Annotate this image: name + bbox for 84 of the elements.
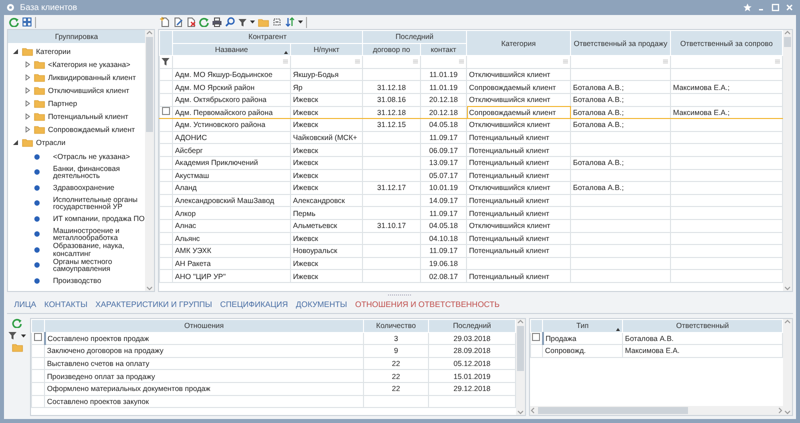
scroll-up-icon[interactable] xyxy=(784,30,791,35)
scroll-down-icon[interactable] xyxy=(146,286,153,291)
tab[interactable]: СПЕЦИФИКАЦИЯ xyxy=(216,299,292,311)
caret-icon[interactable] xyxy=(298,20,303,24)
refresh-icon[interactable] xyxy=(12,318,22,328)
row-checkbox[interactable] xyxy=(162,107,170,115)
collapse-arrow-icon[interactable] xyxy=(12,139,19,146)
column-menu-icon[interactable] xyxy=(563,59,568,64)
expand-arrow-icon[interactable] xyxy=(24,61,31,68)
column-menu-icon[interactable] xyxy=(663,59,668,64)
scroll-thumb[interactable] xyxy=(146,37,153,132)
edit-document-icon[interactable] xyxy=(173,17,183,27)
scroll-thumb[interactable] xyxy=(538,407,688,414)
bullet-icon xyxy=(34,231,40,238)
scroll-up-icon[interactable] xyxy=(517,319,524,324)
scrollbar[interactable] xyxy=(516,319,525,415)
bullet-icon xyxy=(34,216,40,222)
folder-icon xyxy=(34,60,45,69)
scroll-down-icon[interactable] xyxy=(784,410,791,415)
tab[interactable]: ЛИЦА xyxy=(10,299,40,311)
scrollbar[interactable] xyxy=(530,406,783,415)
scroll-down-icon[interactable] xyxy=(784,286,791,291)
tab[interactable]: ОТНОШЕНИЯ И ОТВЕТСТВЕННОСТЬ xyxy=(351,299,504,311)
scrollbar[interactable] xyxy=(783,319,792,415)
filter-icon[interactable] xyxy=(8,331,17,340)
expand-arrow-icon[interactable] xyxy=(24,126,31,133)
bullet-icon xyxy=(34,169,40,176)
caret-icon[interactable] xyxy=(21,334,26,338)
column-menu-icon[interactable] xyxy=(775,59,780,64)
select-all-icon[interactable] xyxy=(272,17,282,27)
star-icon[interactable] xyxy=(743,3,752,12)
maximize-icon[interactable] xyxy=(771,3,780,12)
row-checkbox[interactable] xyxy=(532,333,540,341)
scroll-up-icon[interactable] xyxy=(146,30,153,35)
scroll-down-icon[interactable] xyxy=(517,410,524,415)
expand-arrow-icon[interactable] xyxy=(24,87,31,94)
new-document-icon[interactable] xyxy=(160,17,170,27)
bullet-icon xyxy=(34,278,40,284)
expand-arrow-icon[interactable] xyxy=(24,100,31,107)
scrollbar[interactable] xyxy=(145,30,154,291)
grid-icon[interactable] xyxy=(22,17,32,27)
tab[interactable]: КОНТАКТЫ xyxy=(40,299,92,311)
column-menu-icon[interactable] xyxy=(355,59,360,64)
column-menu-icon[interactable] xyxy=(459,59,464,64)
scroll-right-icon[interactable] xyxy=(778,407,783,414)
tab[interactable]: ХАРАКТЕРИСТИКИ И ГРУППЫ xyxy=(91,299,216,311)
folder-icon xyxy=(34,86,45,95)
column-menu-icon[interactable] xyxy=(283,59,288,64)
filter-icon[interactable] xyxy=(238,18,247,26)
sort-ascending-icon[interactable] xyxy=(616,328,620,331)
collapse-arrow-icon[interactable] xyxy=(12,48,19,55)
scrollbar[interactable] xyxy=(783,30,792,291)
scroll-left-icon[interactable] xyxy=(530,407,535,414)
expand-arrow-icon[interactable] xyxy=(24,74,31,81)
app-icon xyxy=(6,3,15,12)
delete-document-icon[interactable] xyxy=(186,17,196,27)
close-icon[interactable] xyxy=(785,3,794,12)
window-title: База клиентов xyxy=(20,1,78,14)
scroll-thumb[interactable] xyxy=(517,326,524,371)
filter-icon[interactable] xyxy=(161,57,170,66)
refresh-icon[interactable] xyxy=(9,17,19,27)
refresh-icon[interactable] xyxy=(199,17,209,27)
bullet-icon xyxy=(34,184,40,191)
print-icon[interactable] xyxy=(212,17,222,27)
scroll-thumb[interactable] xyxy=(784,37,791,47)
bullet-icon xyxy=(34,200,40,206)
folder-icon xyxy=(34,73,45,82)
folder-icon xyxy=(22,47,33,56)
caret-icon[interactable] xyxy=(250,20,255,24)
column-menu-icon[interactable] xyxy=(413,59,418,64)
bullet-icon xyxy=(34,262,40,268)
sort-icon[interactable] xyxy=(285,17,295,27)
sort-ascending-icon[interactable] xyxy=(284,51,288,54)
search-icon[interactable] xyxy=(225,17,235,27)
bullet-icon xyxy=(34,246,40,253)
folder-icon xyxy=(22,138,33,147)
folder-icon xyxy=(34,125,45,134)
bullet-icon xyxy=(34,154,40,160)
expand-arrow-icon[interactable] xyxy=(24,113,31,120)
folder-icon xyxy=(34,112,45,121)
folder-icon xyxy=(34,99,45,108)
row-checkbox[interactable] xyxy=(34,333,42,341)
scroll-up-icon[interactable] xyxy=(784,319,791,324)
tab[interactable]: ДОКУМЕНТЫ xyxy=(292,299,352,311)
